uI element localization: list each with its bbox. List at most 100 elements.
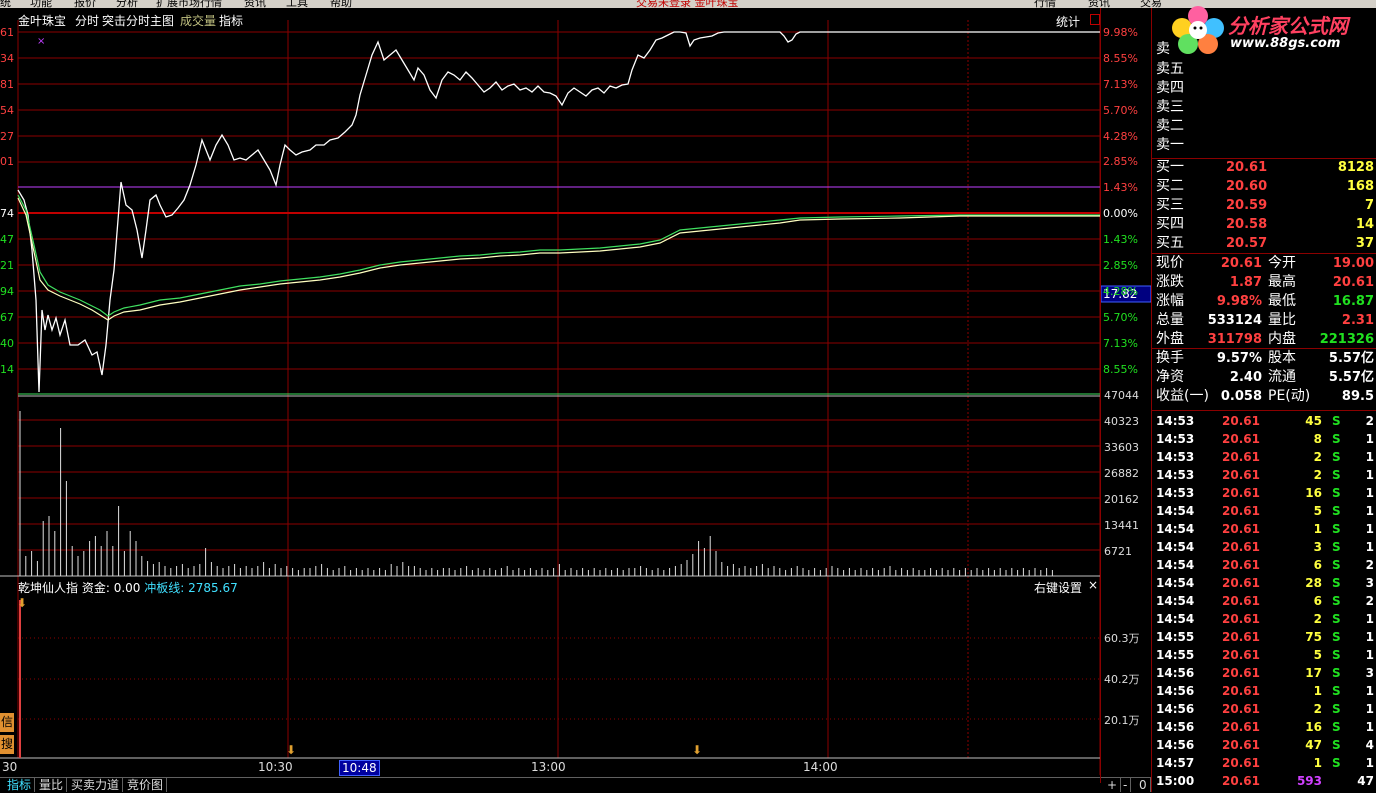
quote-label: 最高: [1268, 274, 1296, 290]
quote-value: 20.61: [1332, 275, 1374, 290]
time-label: 13:00: [531, 760, 566, 774]
stock-name: 金叶珠宝: [18, 14, 67, 28]
quote-label: 外盘: [1156, 331, 1184, 347]
indicator-name: 乾坤仙人指: [18, 581, 79, 595]
view-label[interactable]: 分时: [75, 12, 99, 29]
zoom-in-button[interactable]: +: [1104, 778, 1122, 792]
close-icon[interactable]: ×: [1088, 578, 1098, 592]
buy-level-label: 买二: [1156, 178, 1184, 194]
axis-divider: [1100, 8, 1101, 783]
line-label: 冲板线:: [144, 581, 185, 595]
tick-count: 1: [1365, 684, 1374, 698]
flower-logo-icon: [1172, 6, 1224, 54]
quote-value: 2.40: [1229, 370, 1262, 385]
pct-axis-label: 5.70%: [1103, 104, 1138, 117]
tick-volume: 16: [1305, 720, 1322, 734]
pct-axis-label: 8.55%: [1103, 52, 1138, 65]
tick-volume: 47: [1305, 738, 1322, 752]
quote-value: 5.57亿: [1328, 370, 1374, 385]
volume-axis-label: 6721: [1104, 545, 1132, 558]
tick-count: 2: [1365, 594, 1374, 608]
quote-label: 股本: [1268, 350, 1296, 366]
tick-volume: 1: [1313, 684, 1322, 698]
price-axis-label: 94: [0, 285, 14, 298]
tick-count: 1: [1365, 450, 1374, 464]
buy-level-price: 20.58: [1226, 217, 1268, 232]
quote-label: 总量: [1156, 312, 1184, 328]
tab-buy-sell-force[interactable]: 买卖力道: [68, 778, 124, 792]
pct-axis-label: 7.13%: [1103, 337, 1138, 350]
buy-level-price: 20.57: [1226, 236, 1268, 251]
tick-volume: 2: [1313, 702, 1322, 716]
quote-label: 量比: [1268, 312, 1296, 328]
intraday-chart[interactable]: × ⬇ ⬇ ⬇: [0, 0, 1152, 792]
side-button-sou[interactable]: 搜: [0, 735, 14, 754]
zoom-reset-button[interactable]: 0: [1136, 778, 1151, 792]
expand-icon[interactable]: [1090, 14, 1100, 25]
time-label: 30: [2, 760, 18, 774]
tick-volume: 1: [1313, 522, 1322, 536]
tick-count: 4: [1365, 738, 1374, 752]
panel-divider: [1151, 8, 1152, 792]
buy-level-label: 买三: [1156, 197, 1184, 213]
quote-value: 311798: [1207, 332, 1262, 347]
tab-auction[interactable]: 竞价图: [124, 778, 168, 792]
tick-count: 1: [1365, 540, 1374, 554]
tick-volume: 593: [1296, 774, 1322, 788]
volume-axis-label: 20162: [1104, 493, 1139, 506]
zoom-out-button[interactable]: -: [1120, 778, 1132, 792]
buy-level-price: 20.60: [1226, 179, 1268, 194]
logo-title: 分析家公式网: [1228, 14, 1348, 38]
line-value: 2785.67: [188, 581, 238, 595]
ind-axis-label: 60.3万: [1104, 632, 1140, 645]
settings-label[interactable]: 右键设置: [1034, 579, 1082, 596]
sell-level-label: 卖二: [1156, 118, 1184, 134]
volume-label[interactable]: 成交量: [180, 12, 216, 29]
quote-value: 89.5: [1341, 389, 1374, 404]
tick-count: 47: [1357, 774, 1374, 788]
tick-volume: 28: [1305, 576, 1322, 590]
main-chart-label[interactable]: 突击分时主图: [102, 12, 174, 29]
quote-label: 现价: [1156, 255, 1184, 271]
pct-axis-label: 5.70%: [1103, 311, 1138, 324]
tick-volume: 1: [1313, 756, 1322, 770]
quote-value: 5.57亿: [1328, 351, 1374, 366]
quote-value: 1.87: [1229, 275, 1262, 290]
pct-axis-label: 7.13%: [1103, 78, 1138, 91]
buy-level-label: 买一: [1156, 159, 1184, 175]
quote-value: 9.98%: [1216, 294, 1262, 309]
quote-label: 换手: [1156, 350, 1184, 366]
price-axis-label: 14: [0, 363, 14, 376]
pct-axis-label: 1.43%: [1103, 233, 1138, 246]
buy-level-volume: 7: [1364, 198, 1374, 213]
pct-axis-label: 4.28%: [1103, 130, 1138, 143]
tick-volume: 6: [1313, 594, 1322, 608]
quote-label: 最低: [1268, 293, 1296, 309]
sell-level-volume: [1300, 136, 1374, 155]
buy-level-price: 20.59: [1226, 198, 1268, 213]
tick-volume: 6: [1313, 558, 1322, 572]
tick-count: 1: [1365, 468, 1374, 482]
volume-axis-label: 13441: [1104, 519, 1139, 532]
stats-button[interactable]: 统计: [1056, 13, 1080, 30]
pct-axis-label: 4.28%: [1103, 285, 1138, 298]
tick-volume: 45: [1305, 414, 1322, 428]
tick-volume: 3: [1313, 540, 1322, 554]
side-button-xin[interactable]: 信: [0, 713, 14, 732]
sell-level-label: 卖四: [1156, 80, 1184, 96]
logo-url: www.88gs.com: [1230, 36, 1341, 51]
volume-axis-label: 47044: [1104, 389, 1139, 402]
quote-label: 流通: [1268, 369, 1296, 385]
tab-indicator[interactable]: 指标: [4, 778, 36, 792]
price-axis-label: 74: [0, 207, 14, 220]
price-axis-label: 54: [0, 104, 14, 117]
price-axis-label: 67: [0, 311, 14, 324]
indicator-label[interactable]: 指标: [219, 12, 243, 29]
time-label: 10:30: [258, 760, 293, 774]
tab-volume-ratio[interactable]: 量比: [36, 778, 68, 792]
tick-volume: 17: [1305, 666, 1322, 680]
buy-level-label: 买四: [1156, 216, 1184, 232]
svg-text:⬇: ⬇: [286, 743, 296, 757]
sell-level-label: 卖三: [1156, 99, 1184, 115]
quote-label: 今开: [1268, 255, 1296, 271]
